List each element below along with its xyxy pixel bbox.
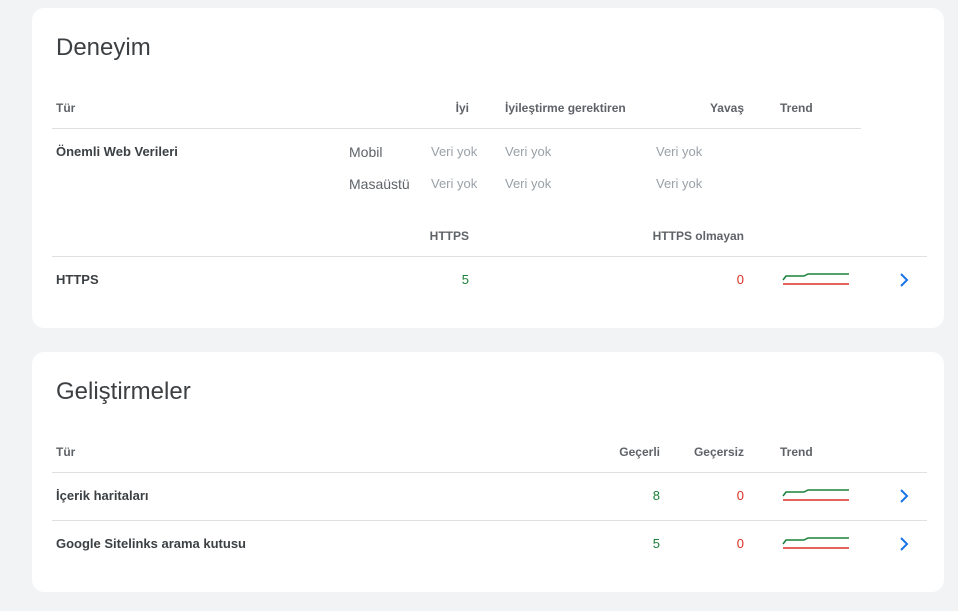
sparkline-icon [782, 489, 849, 501]
cwv-mobile-good: Veri yok [431, 144, 478, 159]
chevron-right-icon[interactable] [897, 488, 911, 504]
https-divider [52, 256, 927, 257]
cwv-mobile-slow: Veri yok [656, 144, 703, 159]
col-header-https: HTTPS [429, 229, 469, 243]
valid-count: 5 [652, 536, 660, 551]
cwv-desktop-good: Veri yok [431, 176, 478, 191]
col-header-type: Tür [56, 445, 76, 459]
enhancements-title: Geliştirmeler [56, 378, 191, 405]
https-count: 5 [461, 272, 469, 287]
cwv-label: Önemli Web Verileri [56, 144, 178, 159]
col-header-non-https: HTTPS olmayan [652, 229, 744, 243]
col-header-valid: Geçerli [619, 445, 660, 459]
col-header-invalid: Geçersiz [693, 445, 744, 459]
col-header-slow: Yavaş [709, 101, 744, 115]
row-label: Google Sitelinks arama kutusu [56, 536, 246, 551]
enhancements-card: Geliştirmeler Tür Geçerli Geçersiz Trend… [32, 352, 944, 592]
col-header-good: İyi [455, 101, 469, 115]
header-divider [52, 128, 861, 129]
valid-count: 8 [652, 488, 660, 503]
col-header-needs-improvement: İyileştirme gerektiren [505, 101, 626, 115]
invalid-count: 0 [736, 488, 744, 503]
invalid-count: 0 [736, 536, 744, 551]
cwv-desktop-slow: Veri yok [656, 176, 703, 191]
cwv-desktop-needs-improvement: Veri yok [505, 176, 552, 191]
header-divider [52, 472, 927, 473]
chevron-right-icon[interactable] [897, 272, 911, 288]
experience-title: Deneyim [56, 34, 151, 61]
col-header-trend: Trend [780, 445, 813, 459]
cwv-mobile-needs-improvement: Veri yok [505, 144, 552, 159]
row-divider [52, 520, 927, 521]
col-header-type: Tür [56, 101, 76, 115]
row-label: İçerik haritaları [56, 488, 149, 503]
chevron-right-icon[interactable] [897, 536, 911, 552]
sparkline-icon [782, 537, 849, 549]
experience-card: Deneyim Tür İyi İyileştirme gerektiren Y… [32, 8, 944, 328]
col-header-trend: Trend [780, 101, 813, 115]
cwv-device-desktop: Masaüstü [349, 176, 410, 192]
cwv-device-mobile: Mobil [349, 144, 383, 160]
sparkline-icon [782, 273, 849, 285]
non-https-count: 0 [736, 272, 744, 287]
https-label: HTTPS [56, 272, 99, 287]
